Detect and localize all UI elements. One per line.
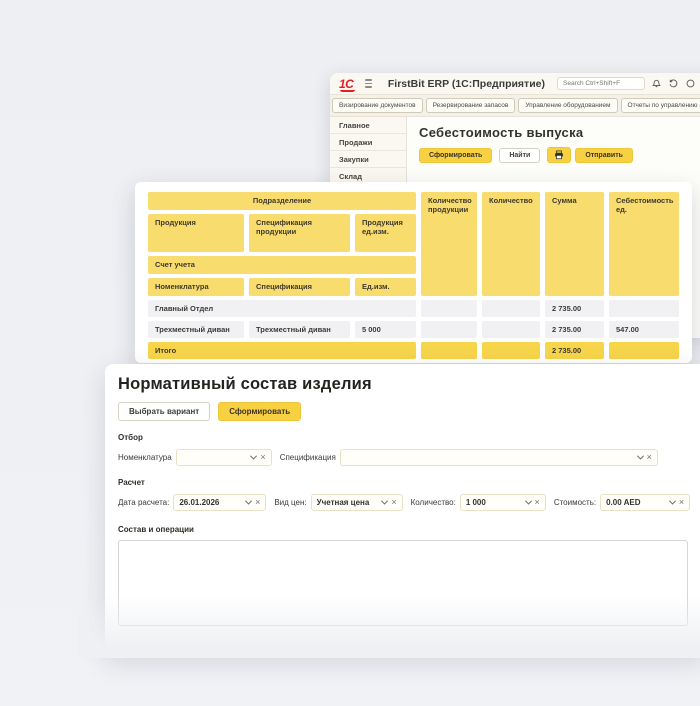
calc-date-combobox[interactable]: 26.01.2026 [173,494,266,511]
row-department-qty[interactable] [482,300,540,317]
row-item-sum[interactable]: 2 735.00 [545,321,604,338]
cost-combobox[interactable]: 0.00 AED [600,494,690,511]
row-department-cost[interactable] [609,300,679,317]
row-total-label[interactable]: Итого [148,342,416,359]
clear-icon[interactable] [255,498,260,507]
desktop-background: 1С FirstBit ERP (1С:Предприятие) [0,0,700,706]
header-nomenclature[interactable]: Номенклатура [148,278,244,296]
generate-report-button[interactable]: Сформировать [419,148,492,163]
header-account[interactable]: Счет учета [148,256,416,274]
send-button[interactable]: Отправить [575,148,633,163]
quantity-label: Количество: [411,498,456,507]
calc-date-label: Дата расчета: [118,498,169,507]
clear-icon[interactable] [679,498,684,507]
row-item-qty[interactable] [482,321,540,338]
header-product-spec[interactable]: Спецификация продукции [249,214,350,252]
calc-date-value: 26.01.2026 [179,498,242,507]
chevron-down-icon[interactable] [250,453,257,460]
sidebar-item-main[interactable]: Главное [330,117,406,134]
row-item-cost[interactable]: 547.00 [609,321,679,338]
sidebar-item-purchases[interactable]: Закупки [330,151,406,168]
history-icon[interactable] [668,78,679,89]
specification-combobox[interactable] [340,449,658,466]
cost-label: Стоимость: [554,498,596,507]
chevron-down-icon[interactable] [669,498,676,505]
header-spec[interactable]: Спецификация [249,278,350,296]
tab-equipment-management[interactable]: Управление оборудованием [518,98,617,113]
cost-report-window: Подразделение Продукция Спецификация про… [135,182,692,363]
form-title: Нормативный состав изделия [118,375,692,394]
section-composition-label: Состав и операции [118,525,692,534]
clear-icon[interactable] [260,453,265,462]
tab-stock-reservation[interactable]: Резервирование запасов [426,98,516,113]
choose-variant-button[interactable]: Выбрать вариант [118,402,210,421]
header-product-unit[interactable]: Продукция ед.изм. [355,214,416,252]
row-item-unit-qty[interactable]: 5 000 [355,321,416,338]
chevron-down-icon[interactable] [637,453,644,460]
row-total-qty[interactable] [482,342,540,359]
search-input[interactable] [557,77,645,90]
composition-operations-area[interactable] [118,540,688,626]
specification-label: Спецификация [280,453,336,462]
price-type-combobox[interactable]: Учетная цена [311,494,403,511]
normative-composition-window: Нормативный состав изделия Выбрать вариа… [105,364,700,654]
chevron-down-icon[interactable] [381,498,388,505]
price-type-label: Вид цен: [274,498,306,507]
row-item-spec[interactable]: Трехместный диван [249,321,350,338]
page-title: Себестоимость выпуска [419,125,698,140]
cost-report-table: Подразделение Продукция Спецификация про… [148,192,679,359]
header-cost-unit[interactable]: Себестоимость ед. [609,192,679,296]
1c-logo: 1С [339,77,353,91]
clear-icon[interactable] [647,453,652,462]
filter-fields-row: Номенклатура Спецификация [118,449,692,466]
header-sum[interactable]: Сумма [545,192,604,296]
header-unit[interactable]: Ед.изм. [355,278,416,296]
header-qty[interactable]: Количество [482,192,540,296]
row-total-qty-product[interactable] [421,342,477,359]
hamburger-menu-icon[interactable] [365,79,372,88]
row-item-nomenclature[interactable]: Трехместный диван [148,321,244,338]
chevron-down-icon[interactable] [525,498,532,505]
nomenclature-label: Номенклатура [118,453,172,462]
tab-asset-reports[interactable]: Отчеты по управлению активами [621,98,700,113]
nomenclature-combobox[interactable] [176,449,272,466]
tab-document-approval[interactable]: Визирование документов [332,98,423,113]
printer-icon [554,150,564,160]
sidebar-item-sales[interactable]: Продажи [330,134,406,151]
quantity-combobox[interactable]: 1 000 [460,494,546,511]
header-department[interactable]: Подразделение [148,192,416,210]
calc-fields-row: Дата расчета: 26.01.2026 Вид цен: Учетна… [118,494,692,511]
clear-icon[interactable] [391,498,396,507]
find-button[interactable]: Найти [499,148,540,163]
clear-icon[interactable] [535,498,540,507]
price-type-value: Учетная цена [317,498,379,507]
header-product[interactable]: Продукция [148,214,244,252]
chevron-down-icon[interactable] [245,498,252,505]
service-menu-icon[interactable] [685,78,696,89]
cost-value: 0.00 AED [606,498,666,507]
print-button[interactable] [547,147,571,163]
form-generate-button[interactable]: Сформировать [218,402,301,421]
row-department-qty-product[interactable] [421,300,477,317]
section-filter-label: Отбор [118,433,692,442]
row-department-sum[interactable]: 2 735.00 [545,300,604,317]
quantity-value: 1 000 [466,498,522,507]
row-item-qty-product[interactable] [421,321,477,338]
row-department-label[interactable]: Главный Отдел [148,300,416,317]
erp-titlebar: 1С FirstBit ERP (1С:Предприятие) [330,73,700,95]
row-total-sum[interactable]: 2 735.00 [545,342,604,359]
section-calc-label: Расчет [118,478,692,487]
window-title: FirstBit ERP (1С:Предприятие) [388,78,545,90]
row-total-cost[interactable] [609,342,679,359]
header-qty-product[interactable]: Количество продукции [421,192,477,296]
bell-icon[interactable] [651,78,662,89]
open-windows-tabbar: Визирование документов Резервирование за… [330,95,700,117]
